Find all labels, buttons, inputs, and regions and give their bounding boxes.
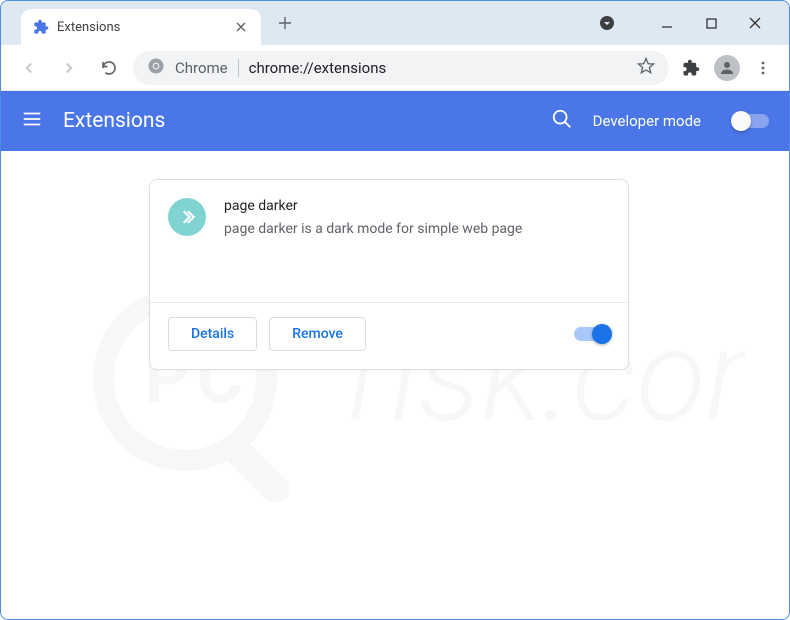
close-window-button[interactable]	[745, 13, 765, 33]
address-bar: Chrome chrome://extensions	[1, 45, 789, 91]
content-area: risk.comPC page darker page darker is a …	[1, 151, 789, 619]
extension-description: page darker is a dark mode for simple we…	[224, 220, 610, 240]
extensions-puzzle-icon[interactable]	[677, 54, 705, 82]
minimize-button[interactable]	[657, 13, 677, 33]
kebab-menu-icon[interactable]	[749, 54, 777, 82]
browser-window: Extensions	[0, 0, 790, 620]
omnibox-divider	[238, 59, 239, 77]
extension-enable-toggle[interactable]	[574, 327, 610, 341]
bookmark-star-icon[interactable]	[637, 57, 655, 79]
tab-title: Extensions	[57, 20, 225, 35]
browser-tab[interactable]: Extensions	[21, 9, 261, 45]
tab-search-icon[interactable]	[597, 13, 617, 33]
toggle-knob	[731, 111, 751, 131]
extension-name: page darker	[224, 198, 610, 214]
profile-avatar-icon[interactable]	[713, 54, 741, 82]
card-divider	[150, 302, 628, 303]
chrome-logo-icon	[147, 57, 165, 79]
developer-mode-toggle[interactable]	[733, 114, 769, 128]
extension-card: page darker page darker is a dark mode f…	[149, 179, 629, 370]
window-controls	[657, 13, 781, 33]
page-title: Extensions	[63, 109, 531, 133]
extension-puzzle-icon	[33, 19, 49, 35]
tab-close-icon[interactable]	[233, 19, 249, 35]
omnibox[interactable]: Chrome chrome://extensions	[133, 51, 669, 85]
extensions-header: Extensions Developer mode	[1, 91, 789, 151]
maximize-button[interactable]	[701, 13, 721, 33]
extension-logo-icon	[168, 198, 206, 236]
omnibox-scheme-label: Chrome	[175, 59, 228, 77]
omnibox-url: chrome://extensions	[249, 59, 627, 77]
back-button[interactable]	[13, 52, 45, 84]
toggle-knob	[592, 324, 612, 344]
new-tab-button[interactable]	[271, 9, 299, 37]
reload-button[interactable]	[93, 52, 125, 84]
details-button[interactable]: Details	[168, 317, 257, 351]
search-icon[interactable]	[551, 108, 573, 134]
titlebar: Extensions	[1, 1, 789, 45]
remove-button[interactable]: Remove	[269, 317, 366, 351]
forward-button[interactable]	[53, 52, 85, 84]
developer-mode-label: Developer mode	[593, 112, 701, 130]
hamburger-menu-icon[interactable]	[21, 108, 43, 134]
